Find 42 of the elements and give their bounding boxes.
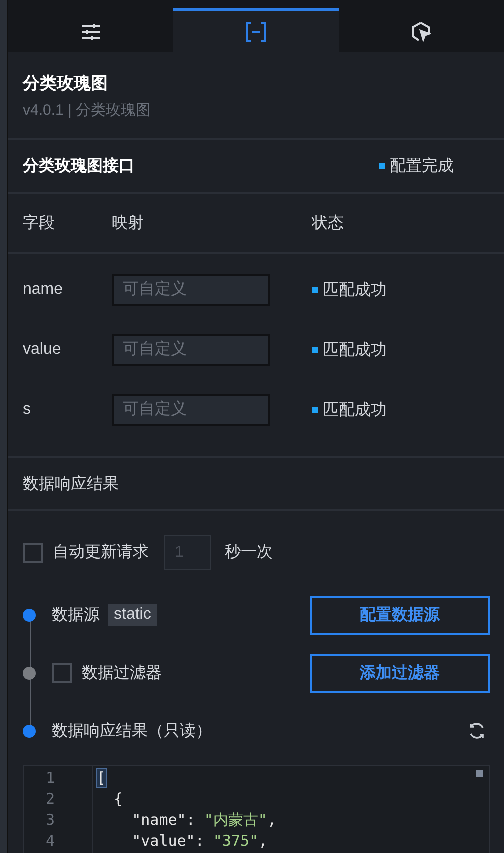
code-editor[interactable]: 1 2 3 4 [ { "name": "内蒙古", "value": "375", xyxy=(23,765,490,853)
auto-update-checkbox[interactable] xyxy=(23,542,43,562)
component-version: v4.0.1 | 分类玫瑰图 xyxy=(23,101,152,120)
column-header: 字段 xyxy=(23,214,56,234)
auto-update-label: 自动更新请求 xyxy=(53,542,149,563)
field-name: name xyxy=(23,281,64,299)
panel-tab[interactable] xyxy=(173,8,339,52)
status-text: 配置完成 xyxy=(390,156,454,176)
code-text: "value": "375", xyxy=(131,831,269,852)
status-text: 匹配成功 xyxy=(323,400,387,420)
mapping-field[interactable]: 可自定义 xyxy=(112,274,270,306)
step-label: 数据过滤器 xyxy=(82,664,162,684)
column-header: 映射 xyxy=(112,214,145,234)
code-text: { xyxy=(113,789,124,810)
section-title: 分类玫瑰图接口 xyxy=(23,156,135,176)
interval-unit: 秒一次 xyxy=(225,543,273,563)
step-label: 数据源 xyxy=(52,606,100,626)
field-name: s xyxy=(23,401,32,419)
filter-checkbox[interactable] xyxy=(52,663,72,683)
configure-source-button[interactable]: 配置数据源 xyxy=(310,596,490,634)
brackets-icon xyxy=(244,20,267,42)
line-number: 1 xyxy=(45,768,56,789)
section-title: 数据响应结果 xyxy=(8,458,504,511)
line-number: 3 xyxy=(45,810,56,831)
line-number: 4 xyxy=(45,831,56,852)
step-label: 数据响应结果（只读） xyxy=(52,722,212,742)
mapping-field[interactable]: 可自定义 xyxy=(112,394,270,426)
code-text: "name": "内蒙古", xyxy=(131,810,278,831)
column-header: 状态 xyxy=(312,214,345,234)
minimap-marker xyxy=(476,770,483,777)
add-filter-button[interactable]: 添加过滤器 xyxy=(310,654,490,692)
cursor-hexagon-icon xyxy=(411,22,432,42)
mapping-field[interactable]: 可自定义 xyxy=(112,334,270,366)
field-name: value xyxy=(23,341,62,359)
sliders-icon xyxy=(80,22,101,40)
line-number: 2 xyxy=(45,789,56,810)
status-text: 匹配成功 xyxy=(323,340,387,360)
code-text: [ xyxy=(96,768,108,788)
refresh-icon[interactable] xyxy=(468,722,486,740)
component-title: 分类玫瑰图 xyxy=(23,73,109,95)
source-tag: static xyxy=(108,604,158,626)
status-text: 匹配成功 xyxy=(323,280,387,300)
